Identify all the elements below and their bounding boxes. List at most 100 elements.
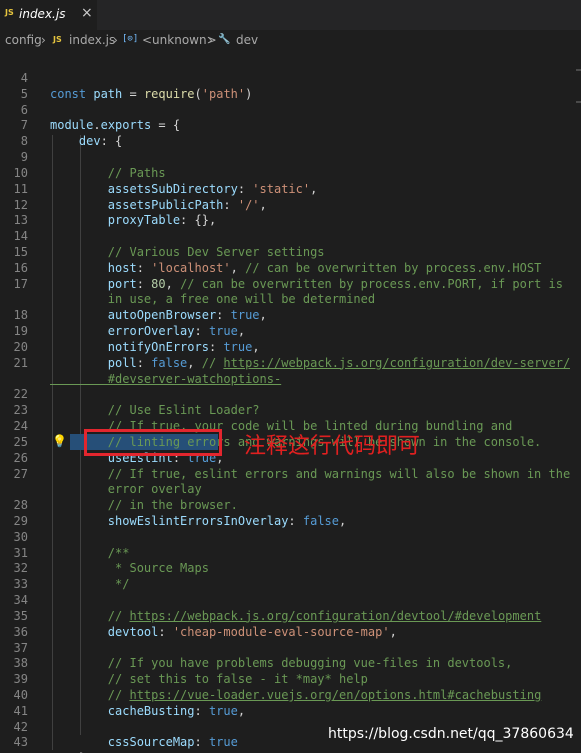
code-text: in use, a free one will be determined bbox=[50, 292, 376, 307]
line-number: 25 bbox=[13, 434, 28, 449]
code-line: 15 // Various Dev Server settings bbox=[0, 244, 570, 260]
code-text: assetsPublicPath: '/', bbox=[107, 197, 267, 212]
line-number: 36 bbox=[13, 624, 28, 639]
line-number: 9 bbox=[20, 150, 28, 165]
line-number: 4 bbox=[20, 71, 28, 85]
scroll-marker bbox=[576, 101, 581, 103]
code-line: 21 poll: false, // https://webpack.js.or… bbox=[0, 355, 570, 371]
code-text: error overlay bbox=[50, 482, 202, 497]
code-line: 32 * Source Maps bbox=[0, 560, 570, 576]
code-line: 33 */ bbox=[0, 576, 570, 592]
line-number: 19 bbox=[13, 324, 28, 339]
code-line: 13 proxyTable: {}, bbox=[0, 212, 570, 228]
code-text: // If you have problems debugging vue-fi… bbox=[50, 656, 513, 671]
code-text: // set this to false - it *may* help bbox=[50, 672, 368, 687]
line-number: 32 bbox=[13, 561, 28, 576]
line-number: 30 bbox=[13, 529, 28, 544]
code-line: in use, a free one will be determined bbox=[0, 291, 570, 307]
code-line: 29 showEslintErrorsInOverlay: false, bbox=[0, 513, 570, 529]
code-text: showEslintErrorsInOverlay: false, bbox=[107, 513, 347, 528]
code-line: 41 cacheBusting: true, bbox=[0, 703, 570, 719]
code-text: #devserver-watchoptions- bbox=[50, 371, 282, 386]
line-number: 43 bbox=[13, 735, 28, 750]
line-number: 31 bbox=[13, 545, 28, 560]
tab-bar: JS index.js × bbox=[0, 0, 581, 30]
code-text: // If true, eslint errors and warnings w… bbox=[50, 466, 570, 481]
code-line: 6 bbox=[0, 102, 570, 118]
line-number: 21 bbox=[13, 355, 28, 370]
code-line: 11 assetsSubDirectory: 'static', bbox=[0, 181, 570, 197]
line-number: 37 bbox=[13, 640, 28, 655]
code-line: 8 dev: { bbox=[0, 133, 570, 149]
code-line: 18 autoOpenBrowser: true, bbox=[0, 307, 570, 323]
line-number: 41 bbox=[13, 703, 28, 718]
code-line: error overlay bbox=[0, 481, 570, 497]
line-number: 14 bbox=[13, 229, 28, 244]
close-icon[interactable]: × bbox=[81, 5, 93, 21]
code-line: 10 // Paths bbox=[0, 165, 570, 181]
code-line: 36 devtool: 'cheap-module-eval-source-ma… bbox=[0, 624, 570, 640]
line-number: 16 bbox=[13, 260, 28, 275]
code-line: 17 port: 80, // can be overwritten by pr… bbox=[0, 276, 570, 292]
code-line: 27 // If true, eslint errors and warning… bbox=[0, 466, 570, 482]
code-text: host: 'localhost', // can be overwritten… bbox=[107, 260, 542, 275]
code-line: 28 // in the browser. bbox=[0, 497, 570, 513]
code-text: // Use Eslint Loader? bbox=[50, 403, 260, 418]
code-line: 12 assetsPublicPath: '/', bbox=[0, 197, 570, 213]
code-text: // in the browser. bbox=[50, 498, 238, 513]
watermark: https://blog.csdn.net/qq_37860634 bbox=[328, 726, 574, 742]
line-number: 20 bbox=[13, 339, 28, 354]
code-text: assetsSubDirectory: 'static', bbox=[107, 181, 318, 196]
code-line: 9 bbox=[0, 149, 570, 165]
code-line: 30 bbox=[0, 529, 570, 545]
code-text: // Paths bbox=[50, 165, 166, 180]
scrollbar[interactable] bbox=[570, 50, 581, 753]
code-text: proxyTable: {}, bbox=[107, 213, 217, 228]
code-line: 35 // https://webpack.js.org/configurati… bbox=[0, 608, 570, 624]
line-number: 29 bbox=[13, 513, 28, 528]
code-text: // https://vue-loader.vuejs.org/en/optio… bbox=[50, 687, 542, 702]
code-line: 20 notifyOnErrors: true, bbox=[0, 339, 570, 355]
line-number: 26 bbox=[13, 450, 28, 465]
line-number: 38 bbox=[13, 656, 28, 671]
code-line: 22 bbox=[0, 386, 570, 402]
tab-label: index.js bbox=[19, 7, 66, 21]
line-number: 22 bbox=[13, 387, 28, 402]
line-number: 34 bbox=[13, 593, 28, 608]
annotation-text: 注释这行代码即可 bbox=[244, 434, 421, 459]
line-number: 27 bbox=[13, 466, 28, 481]
code-line: 40 // https://vue-loader.vuejs.org/en/op… bbox=[0, 687, 570, 703]
code-text: devtool: 'cheap-module-eval-source-map', bbox=[107, 624, 397, 639]
code-line: #devserver-watchoptions- bbox=[0, 371, 570, 387]
line-number: 39 bbox=[13, 672, 28, 687]
code-line: 4 bbox=[0, 70, 570, 86]
code-line: 38 // If you have problems debugging vue… bbox=[0, 655, 570, 671]
code-text: * Source Maps bbox=[50, 561, 209, 576]
line-number: 8 bbox=[20, 134, 28, 149]
code-text: poll: false, // https://webpack.js.org/c… bbox=[107, 355, 570, 370]
line-number: 40 bbox=[13, 687, 28, 702]
lightbulb-icon[interactable]: 💡 bbox=[52, 434, 67, 448]
line-number: 6 bbox=[20, 102, 28, 117]
code-text: // Various Dev Server settings bbox=[50, 245, 325, 260]
code-line: 19 errorOverlay: true, bbox=[0, 323, 570, 339]
code-text: cssSourceMap: true bbox=[107, 735, 238, 750]
line-number: 12 bbox=[13, 197, 28, 212]
line-number: 10 bbox=[13, 165, 28, 180]
highlight-box bbox=[84, 429, 222, 456]
line-number: 11 bbox=[13, 181, 28, 196]
line-number: 42 bbox=[13, 719, 28, 734]
line-number: 15 bbox=[13, 245, 28, 260]
scroll-marker bbox=[576, 69, 581, 71]
line-number: 28 bbox=[13, 498, 28, 513]
line-number: 35 bbox=[13, 608, 28, 623]
tab-index-js[interactable]: JS index.js × bbox=[0, 0, 97, 30]
code-text: // https://webpack.js.org/configuration/… bbox=[50, 608, 542, 623]
line-number: 13 bbox=[13, 213, 28, 228]
line-number: 17 bbox=[13, 276, 28, 291]
code-line: 5 const path = require('path') bbox=[0, 86, 570, 102]
code-editor[interactable]: 4 5 const path = require('path') 6 7 module.e… bbox=[0, 37, 570, 753]
code-line: 14 bbox=[0, 228, 570, 244]
code-text: /** bbox=[50, 545, 130, 560]
line-number: 5 bbox=[20, 86, 28, 101]
